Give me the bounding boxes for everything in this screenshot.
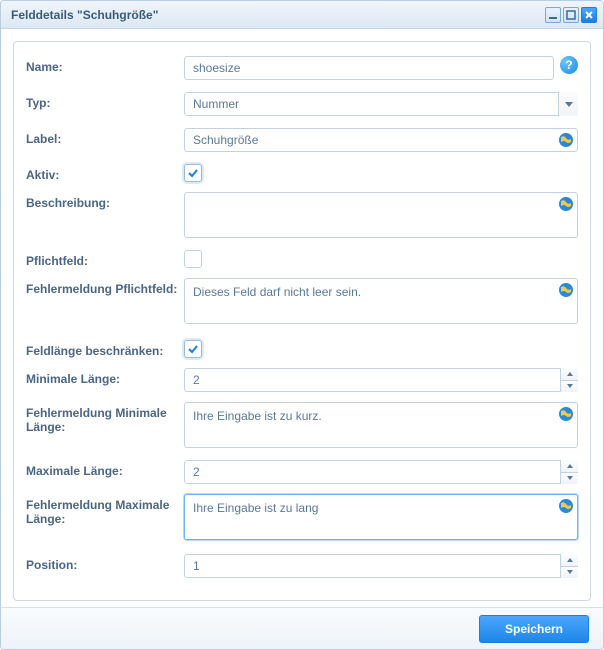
label-beschreibung: Beschreibung: bbox=[26, 192, 184, 210]
label-min-laenge: Minimale Länge: bbox=[26, 368, 184, 386]
maximize-icon bbox=[566, 10, 576, 20]
fehler-max-textarea[interactable] bbox=[184, 494, 578, 540]
footer-toolbar: Speichern bbox=[1, 607, 603, 649]
titlebar[interactable]: Felddetails "Schuhgröße" bbox=[1, 1, 603, 29]
close-button[interactable] bbox=[581, 7, 597, 23]
field-details-window: Felddetails "Schuhgröße" Name: ? bbox=[0, 0, 604, 650]
label-name: Name: bbox=[26, 56, 184, 74]
min-laenge-input[interactable] bbox=[184, 368, 578, 392]
label-fehler-min: Fehlermeldung Minimale Länge: bbox=[26, 402, 184, 434]
window-title: Felddetails "Schuhgröße" bbox=[11, 8, 545, 22]
pflichtfeld-checkbox[interactable] bbox=[184, 250, 202, 268]
max-laenge-input[interactable] bbox=[184, 460, 578, 484]
label-max-laenge: Maximale Länge: bbox=[26, 460, 184, 478]
name-input[interactable] bbox=[184, 56, 554, 80]
label-pflichtfeld: Pflichtfeld: bbox=[26, 250, 184, 268]
label-typ: Typ: bbox=[26, 92, 184, 110]
globe-icon[interactable] bbox=[558, 196, 574, 212]
feldlaenge-checkbox[interactable] bbox=[184, 340, 202, 358]
max-laenge-down[interactable] bbox=[561, 473, 578, 485]
chevron-down-icon bbox=[567, 384, 573, 388]
minimize-icon bbox=[548, 10, 558, 20]
aktiv-checkbox[interactable] bbox=[184, 164, 202, 182]
label-label: Label: bbox=[26, 128, 184, 146]
min-laenge-up[interactable] bbox=[561, 368, 578, 381]
position-up[interactable] bbox=[561, 554, 578, 567]
globe-icon[interactable] bbox=[558, 406, 574, 422]
save-button[interactable]: Speichern bbox=[479, 615, 589, 643]
help-icon[interactable]: ? bbox=[560, 56, 578, 74]
label-position: Position: bbox=[26, 554, 184, 572]
globe-icon[interactable] bbox=[558, 132, 574, 148]
chevron-down-icon bbox=[565, 102, 573, 107]
close-icon bbox=[584, 10, 594, 20]
check-icon bbox=[187, 167, 199, 179]
fehler-pflicht-textarea[interactable] bbox=[184, 278, 578, 324]
label-input[interactable] bbox=[184, 128, 578, 152]
fehler-min-textarea[interactable] bbox=[184, 402, 578, 448]
globe-icon[interactable] bbox=[558, 498, 574, 514]
min-laenge-down[interactable] bbox=[561, 381, 578, 393]
chevron-down-icon bbox=[567, 476, 573, 480]
max-laenge-up[interactable] bbox=[561, 460, 578, 473]
chevron-up-icon bbox=[567, 558, 573, 562]
chevron-up-icon bbox=[567, 372, 573, 376]
position-down[interactable] bbox=[561, 567, 578, 579]
typ-select[interactable] bbox=[184, 92, 578, 116]
form-panel: Name: ? Typ: Label: bbox=[13, 41, 591, 601]
chevron-down-icon bbox=[567, 570, 573, 574]
maximize-button[interactable] bbox=[563, 7, 579, 23]
label-feldlaenge: Feldlänge beschränken: bbox=[26, 340, 184, 358]
label-fehler-max: Fehlermeldung Maximale Länge: bbox=[26, 494, 184, 526]
minimize-button[interactable] bbox=[545, 7, 561, 23]
label-aktiv: Aktiv: bbox=[26, 164, 184, 182]
globe-icon[interactable] bbox=[558, 282, 574, 298]
beschreibung-textarea[interactable] bbox=[184, 192, 578, 238]
position-input[interactable] bbox=[184, 554, 578, 578]
label-fehler-pflicht: Fehlermeldung Pflichtfeld: bbox=[26, 278, 184, 296]
typ-select-trigger[interactable] bbox=[558, 92, 578, 116]
chevron-up-icon bbox=[567, 464, 573, 468]
check-icon bbox=[187, 343, 199, 355]
